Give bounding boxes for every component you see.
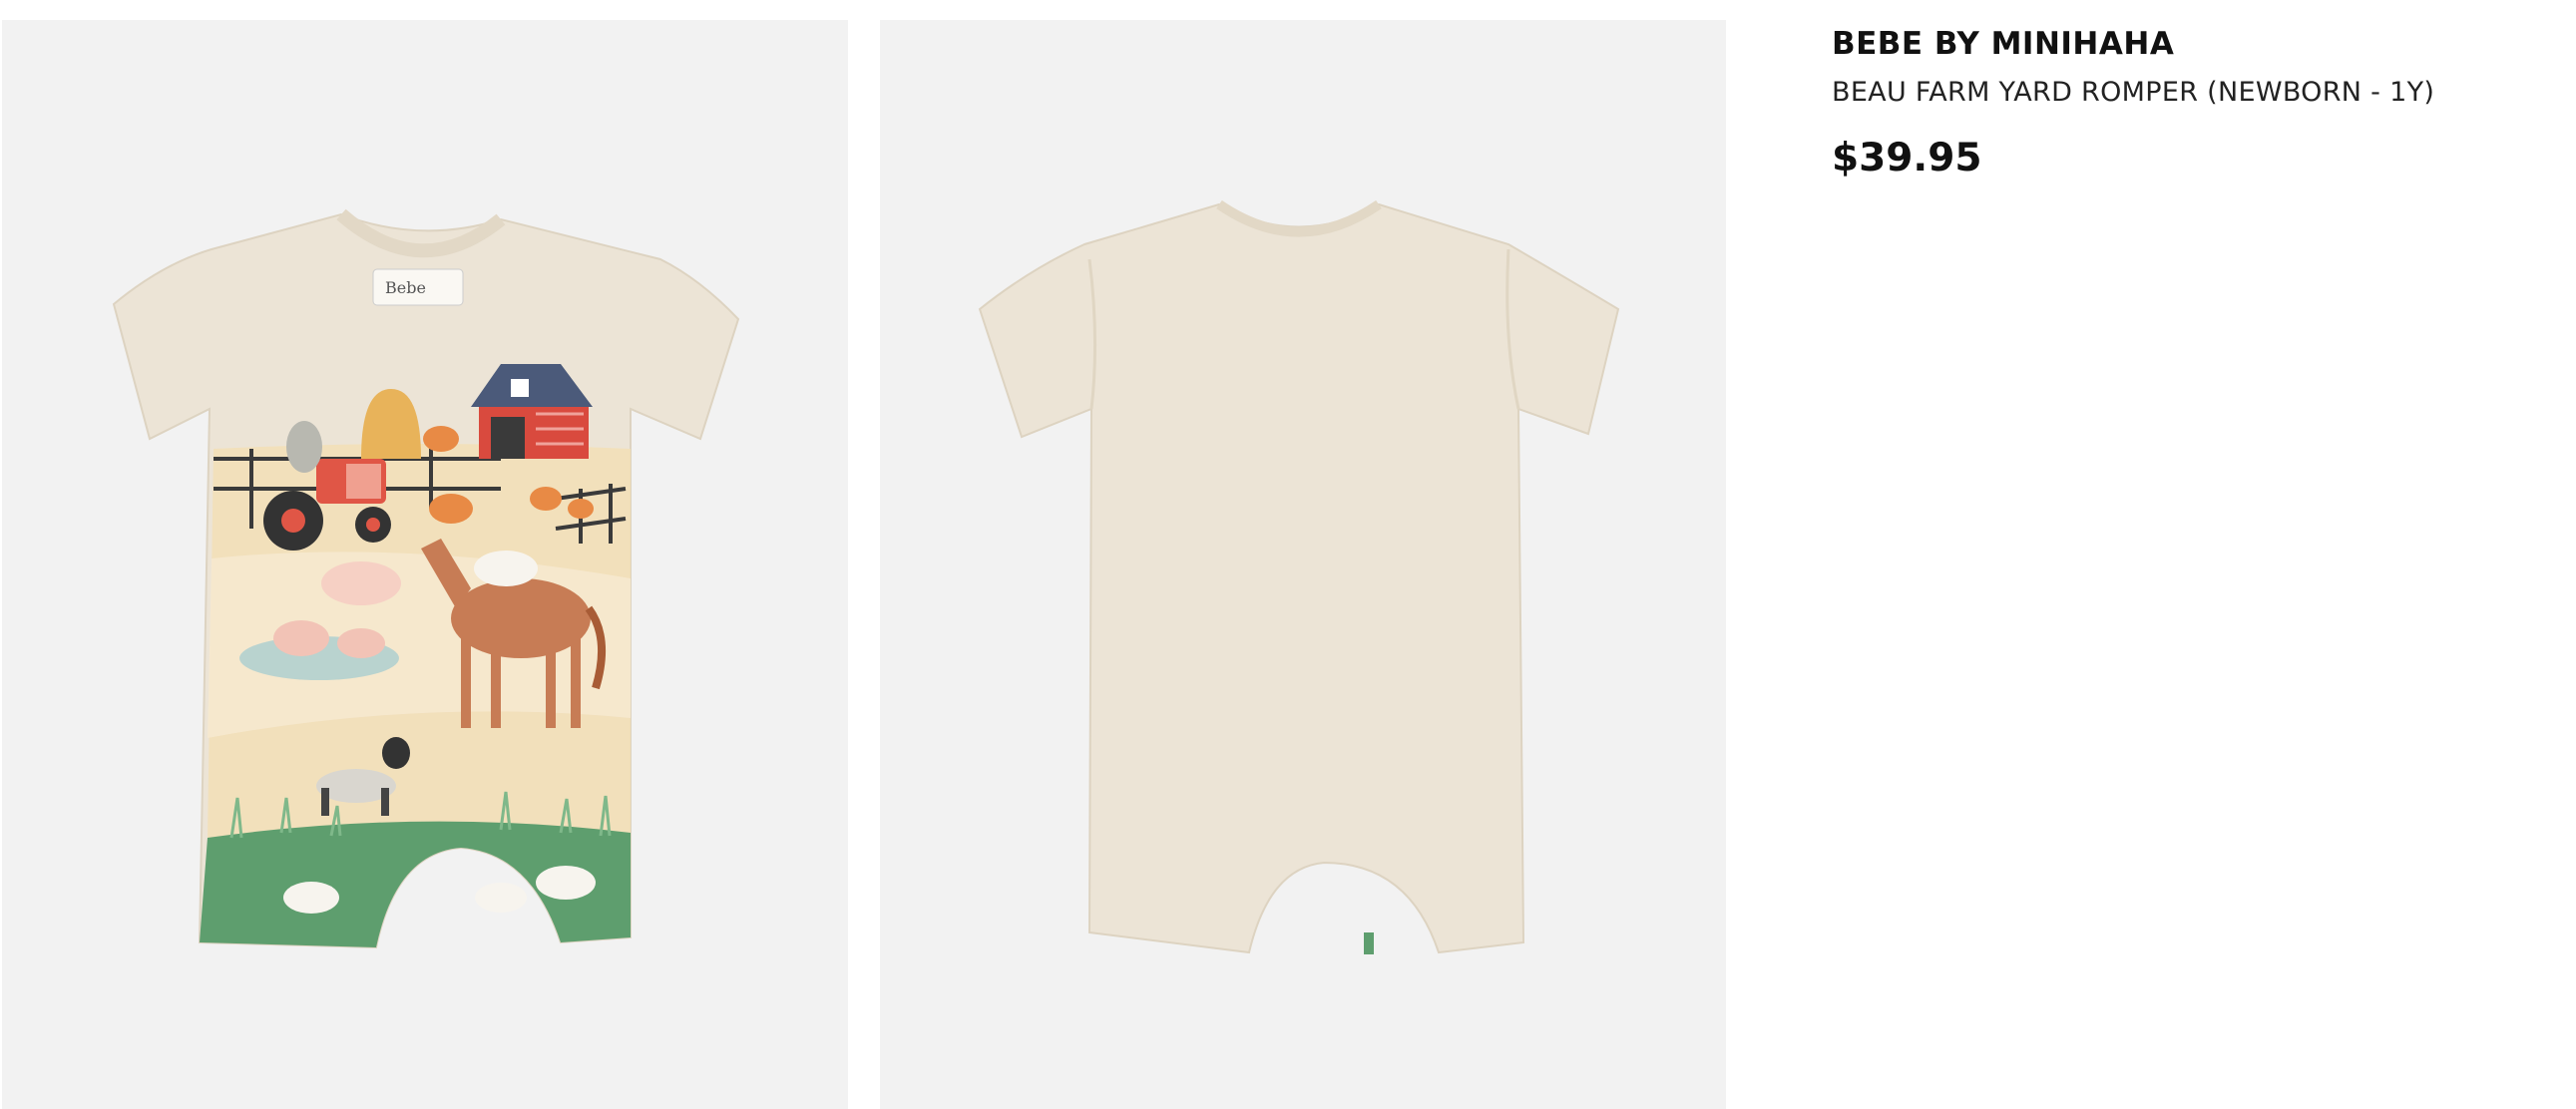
product-image-back[interactable] <box>880 20 1726 1109</box>
romper-back-illustration <box>978 199 1620 954</box>
brand-tag-text: Bebe <box>385 278 426 297</box>
romper-front-illustration: Bebe <box>112 208 740 949</box>
product-title: BEAU FARM YARD ROMPER (NEWBORN - 1Y) <box>1832 77 2435 108</box>
product-info-panel: BEBE BY MINIHAHA BEAU FARM YARD ROMPER (… <box>1832 24 2550 184</box>
product-image-front[interactable]: Bebe <box>2 20 848 1109</box>
product-price: $39.95 <box>1832 136 1982 181</box>
romper-back-body <box>978 202 1620 954</box>
product-gallery: Bebe <box>0 0 1736 1109</box>
product-brand[interactable]: BEBE BY MINIHAHA <box>1832 24 2550 64</box>
